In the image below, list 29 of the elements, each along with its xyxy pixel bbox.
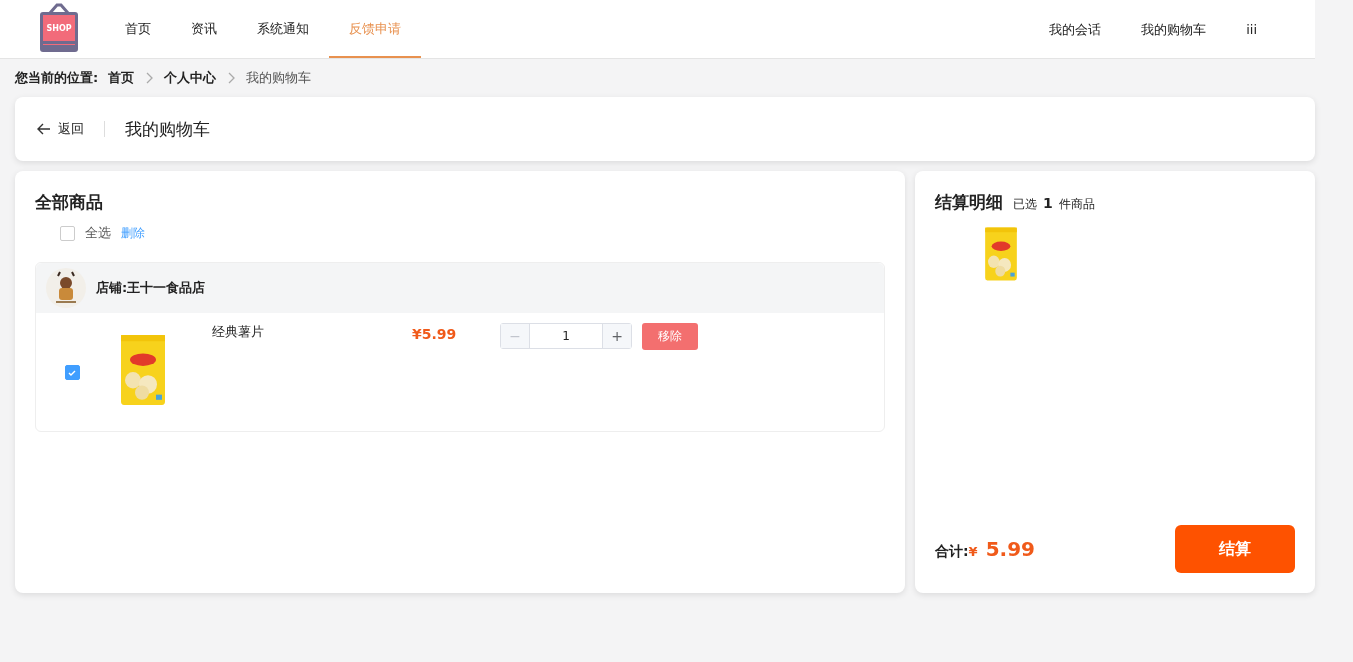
total-label: 合计: (935, 543, 969, 561)
section-title: 结算明细 (935, 191, 1003, 214)
total-amount: 5.99 (985, 537, 1035, 561)
breadcrumb-link[interactable]: 首页 (108, 69, 135, 87)
chevron-icon (145, 72, 154, 84)
nav-tab[interactable]: 系统通知 (237, 0, 329, 58)
nav-link[interactable]: 我的购物车 (1141, 0, 1207, 58)
nav-link[interactable]: iii (1246, 0, 1257, 58)
selected-label: 件商品 (1058, 196, 1095, 213)
back-arrow-icon (37, 123, 51, 135)
chevron-icon (227, 72, 236, 84)
page-title: 我的购物车 (125, 117, 210, 141)
currency-sign: ¥ (968, 544, 978, 559)
increment-button[interactable]: + (603, 324, 631, 348)
back-button[interactable]: 返回 (37, 120, 84, 138)
breadcrumb-link[interactable]: 个人中心 (164, 69, 217, 87)
section-title: 全部商品 (35, 191, 104, 214)
breadcrumb-label: 您当前的位置: (15, 69, 99, 87)
checkbox[interactable] (64, 365, 80, 380)
selected-label: 已选 (1013, 196, 1037, 213)
product-price: ¥5.99 (412, 326, 458, 342)
nav-tab[interactable]: 首页 (105, 0, 171, 58)
checkbox[interactable] (60, 225, 75, 241)
checkbox-label: 全选 (85, 224, 111, 242)
selected-count: 1 (1043, 195, 1053, 211)
product-name: 经典薯片 (212, 323, 265, 341)
shop-name: 店铺:王十一食品店 (96, 279, 206, 297)
nav-tab[interactable]: 资讯 (171, 0, 237, 58)
nav-link[interactable]: 我的会话 (1049, 0, 1102, 58)
